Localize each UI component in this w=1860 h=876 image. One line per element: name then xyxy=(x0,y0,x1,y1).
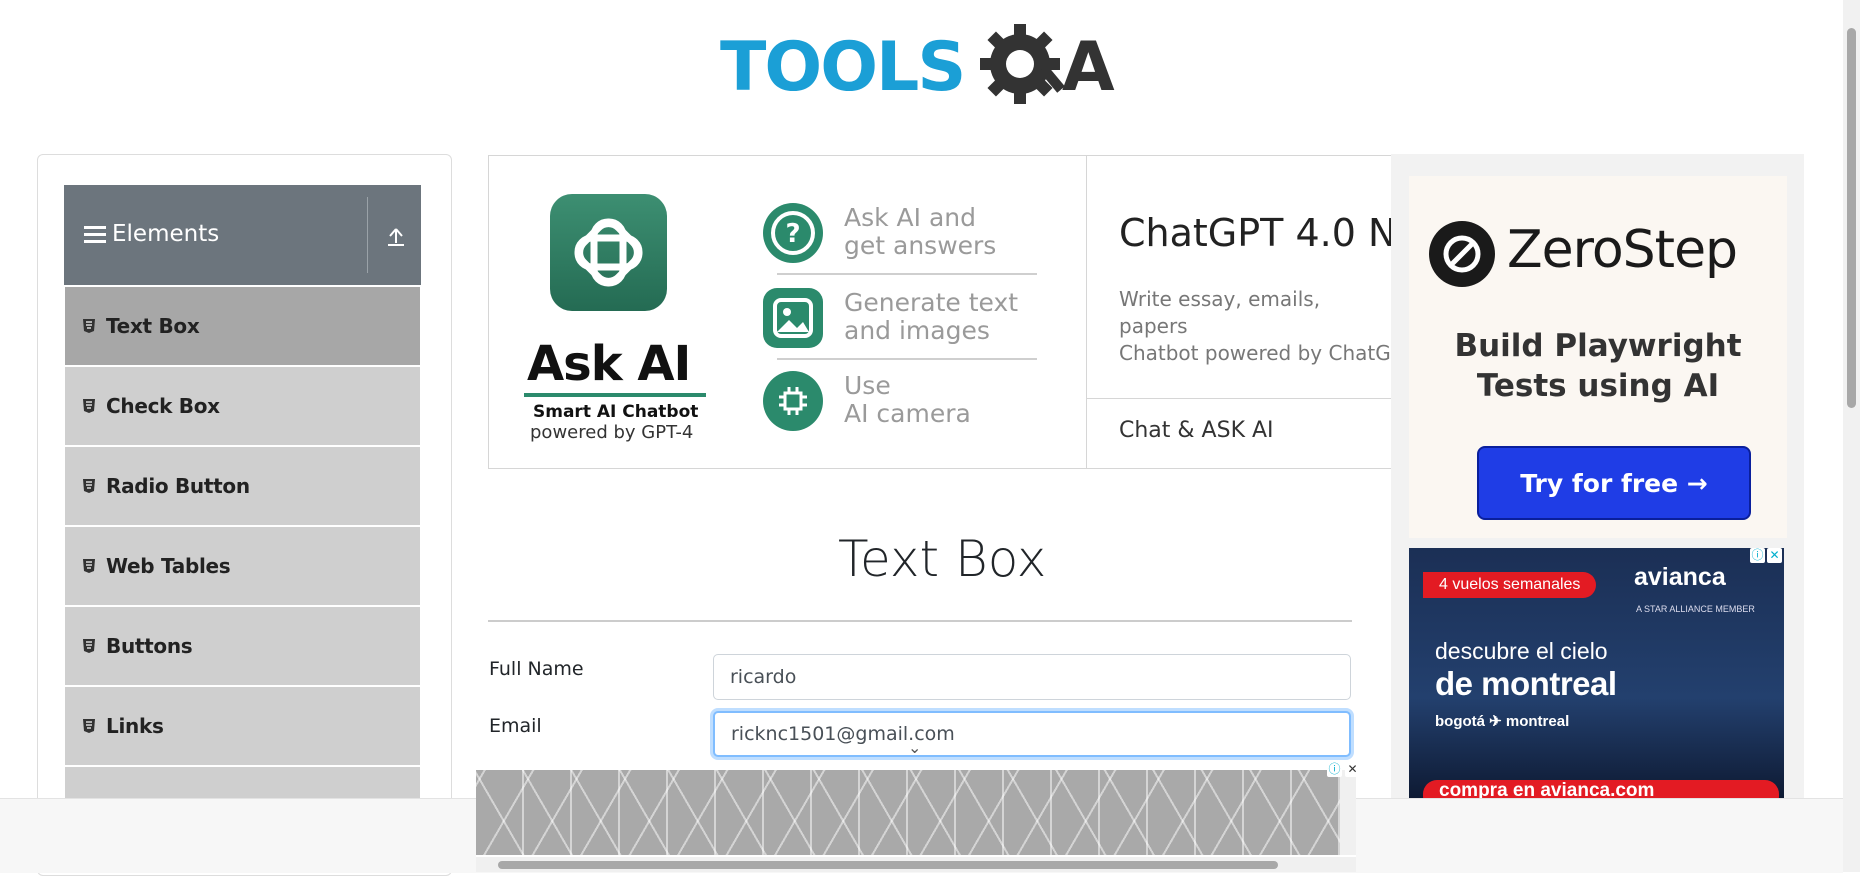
zerostep-logo-icon xyxy=(1429,221,1495,287)
banner-divider xyxy=(1086,398,1392,399)
html5-icon xyxy=(83,399,95,413)
page-vertical-scrollbar[interactable] xyxy=(1843,0,1860,872)
logo-text-tools: TOOLS xyxy=(720,28,964,107)
star-alliance-text: A STAR ALLIANCE MEMBER xyxy=(1636,604,1755,614)
sidebar-item-web-tables[interactable]: Web Tables xyxy=(65,527,420,607)
avianca-logo: avianca xyxy=(1634,563,1726,591)
group-title: Elements xyxy=(112,221,220,247)
sidebar-item-label: Web Tables xyxy=(106,554,231,578)
title-divider xyxy=(488,620,1352,622)
email-input[interactable] xyxy=(713,711,1351,757)
ad-info-icon[interactable]: ⓘ xyxy=(1750,548,1765,563)
html5-icon xyxy=(83,719,95,733)
elements-group-header[interactable]: Elements xyxy=(64,185,421,285)
banner-headline[interactable]: ChatGPT 4.0 No xyxy=(1119,211,1392,255)
banner-divider xyxy=(1086,156,1087,468)
sidebar-item-text-box[interactable]: Text Box xyxy=(65,287,420,367)
sidebar-item-label: Text Box xyxy=(106,314,200,338)
ad-vertical-scrollbar[interactable] xyxy=(1340,770,1356,855)
ask-ai-powered-by: powered by GPT-4 xyxy=(530,422,694,443)
image-icon xyxy=(763,288,823,348)
hamburger-icon xyxy=(84,226,106,243)
page-scroll-thumb[interactable] xyxy=(1847,28,1856,408)
sidebar-item-links[interactable]: Links xyxy=(65,687,420,767)
feature-generate-text: Generate text and images xyxy=(844,288,1019,345)
bottom-banner-ad[interactable] xyxy=(476,770,1356,872)
hex-pattern-ad-image[interactable] xyxy=(476,770,1356,855)
zerostep-ad[interactable]: ZeroStep Build Playwright Tests using AI… xyxy=(1409,176,1787,538)
header-divider xyxy=(367,197,368,273)
avianca-route: bogotá ✈ montreal xyxy=(1435,713,1570,730)
ad-choices-controls: ⓘ ✕ xyxy=(1750,548,1784,568)
gear-icon xyxy=(980,24,1065,104)
html5-icon xyxy=(83,319,95,333)
feature-camera-text: Use AI camera xyxy=(844,371,971,428)
avianca-headline-2: de montreal xyxy=(1435,665,1617,702)
email-label: Email xyxy=(489,715,542,737)
avianca-ad[interactable]: 4 vuelos semanales avianca A STAR ALLIAN… xyxy=(1409,548,1784,798)
feature-divider xyxy=(777,273,1037,275)
right-sidebar-ad[interactable]: ZeroStep Build Playwright Tests using AI… xyxy=(1391,154,1804,798)
feature-divider xyxy=(777,358,1037,360)
ai-knot-logo-icon xyxy=(550,194,667,311)
sidebar-item-label: Buttons xyxy=(106,634,193,658)
logo-text-a: A xyxy=(1062,28,1115,107)
ad-info-icon[interactable]: ⓘ xyxy=(1327,762,1342,777)
page-title: Text Box xyxy=(838,530,1047,588)
avianca-headline-1: descubre el cielo xyxy=(1435,638,1608,664)
chip-icon xyxy=(763,371,823,431)
avianca-cta[interactable]: compra en avianca.com xyxy=(1423,780,1779,798)
sidebar-item-label: Radio Button xyxy=(106,474,250,498)
html5-icon xyxy=(83,479,95,493)
feature-ask-text: Ask AI and get answers xyxy=(844,203,997,260)
ad-close-icon[interactable]: ✕ xyxy=(1767,548,1782,563)
sidebar-item-radio-button[interactable]: Radio Button xyxy=(65,447,420,527)
html5-icon xyxy=(83,559,95,573)
sidebar-item-label: Links xyxy=(106,714,164,738)
chevron-down-icon[interactable]: ⌄ xyxy=(908,738,921,758)
ask-ai-banner-ad[interactable]: Ask AI Smart AI Chatbot powered by GPT-4… xyxy=(488,155,1393,469)
toolsqa-logo[interactable]: TOOLS A xyxy=(720,18,1125,116)
ask-ai-title: Ask AI xyxy=(527,336,691,392)
ad-close-icon[interactable]: ✕ xyxy=(1345,762,1360,777)
svg-text:?: ? xyxy=(785,219,800,249)
horizontal-scrollbar[interactable] xyxy=(476,857,1356,872)
banner-description: Write essay, emails, papers Chatbot powe… xyxy=(1119,287,1391,365)
zerostep-tagline: Build Playwright Tests using AI xyxy=(1454,328,1742,404)
full-name-input[interactable] xyxy=(713,654,1351,700)
bottom-ad-controls: ⓘ ✕ xyxy=(1327,762,1360,777)
ask-ai-underline xyxy=(524,393,706,397)
question-icon: ? xyxy=(763,203,823,263)
horizontal-scroll-thumb[interactable] xyxy=(498,861,1278,869)
banner-link[interactable]: Chat & ASK AI xyxy=(1119,418,1274,443)
avianca-badge: 4 vuelos semanales xyxy=(1423,572,1597,598)
sidebar-item-check-box[interactable]: Check Box xyxy=(65,367,420,447)
try-for-free-button[interactable]: Try for free → xyxy=(1477,446,1751,520)
collapse-up-icon[interactable] xyxy=(382,221,410,249)
sidebar-item-buttons[interactable]: Buttons xyxy=(65,607,420,687)
zerostep-brand: ZeroStep xyxy=(1507,220,1738,280)
full-name-label: Full Name xyxy=(489,658,584,680)
html5-icon xyxy=(83,639,95,653)
ask-ai-subtitle: Smart AI Chatbot xyxy=(533,402,699,422)
sidebar-item-label: Check Box xyxy=(106,394,220,418)
